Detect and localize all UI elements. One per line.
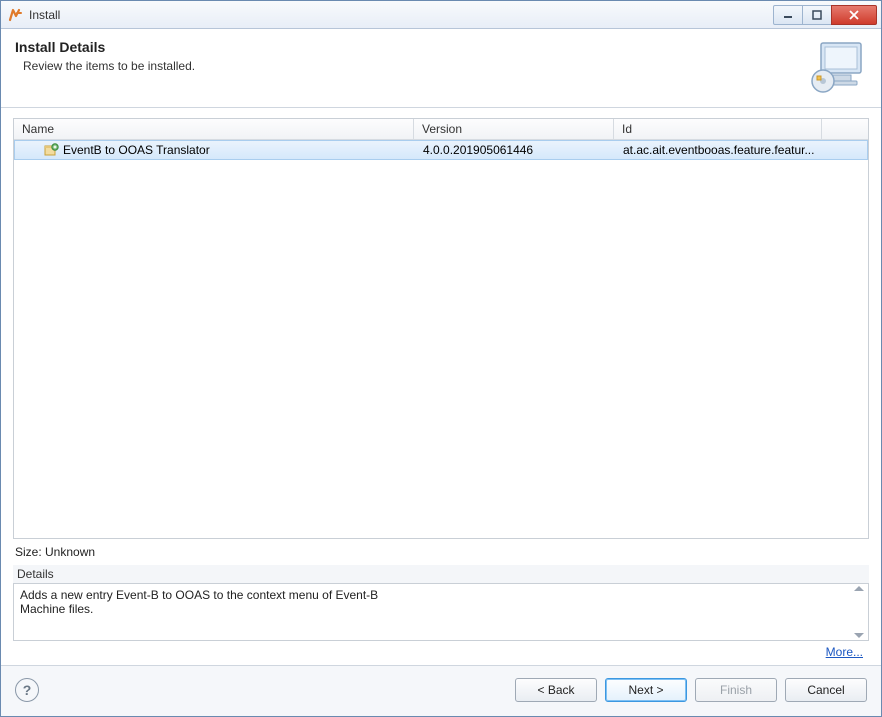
finish-button: Finish [695, 678, 777, 702]
table-row[interactable]: EventB to OOAS Translator 4.0.0.20190506… [14, 140, 868, 160]
details-box: Adds a new entry Event-B to OOAS to the … [13, 583, 869, 641]
window-title: Install [29, 8, 60, 22]
help-icon[interactable]: ? [15, 678, 39, 702]
size-label: Size: Unknown [13, 539, 869, 563]
banner: Install Details Review the items to be i… [1, 29, 881, 108]
details-text: Adds a new entry Event-B to OOAS to the … [14, 584, 850, 640]
col-spacer [822, 119, 868, 139]
feature-icon [43, 142, 59, 158]
close-button[interactable] [831, 5, 877, 25]
row-id: at.ac.ait.eventbooas.feature.featur... [615, 143, 867, 157]
cancel-button[interactable]: Cancel [785, 678, 867, 702]
col-id[interactable]: Id [614, 119, 822, 139]
maximize-button[interactable] [802, 5, 832, 25]
details-scrollbar[interactable] [850, 584, 868, 640]
install-wizard-icon [807, 39, 867, 95]
titlebar: Install [1, 1, 881, 29]
dialog-content: Install Details Review the items to be i… [1, 29, 881, 716]
window-controls [774, 5, 877, 25]
more-link[interactable]: More... [826, 645, 863, 659]
next-button[interactable]: Next > [605, 678, 687, 702]
row-name: EventB to OOAS Translator [63, 143, 210, 157]
col-version[interactable]: Version [414, 119, 614, 139]
page-title: Install Details [15, 39, 799, 55]
table-header: Name Version Id [14, 119, 868, 140]
scroll-up-icon[interactable] [854, 586, 864, 591]
app-icon [7, 7, 23, 23]
install-items-table[interactable]: Name Version Id [13, 118, 869, 539]
button-bar: ? < Back Next > Finish Cancel [1, 665, 881, 716]
details-label: Details [13, 565, 869, 583]
page-subtitle: Review the items to be installed. [15, 59, 799, 73]
install-dialog: Install Install Details Review the items… [0, 0, 882, 717]
col-name[interactable]: Name [14, 119, 414, 139]
back-button[interactable]: < Back [515, 678, 597, 702]
scroll-down-icon[interactable] [854, 633, 864, 638]
row-version: 4.0.0.201905061446 [415, 143, 615, 157]
minimize-button[interactable] [773, 5, 803, 25]
